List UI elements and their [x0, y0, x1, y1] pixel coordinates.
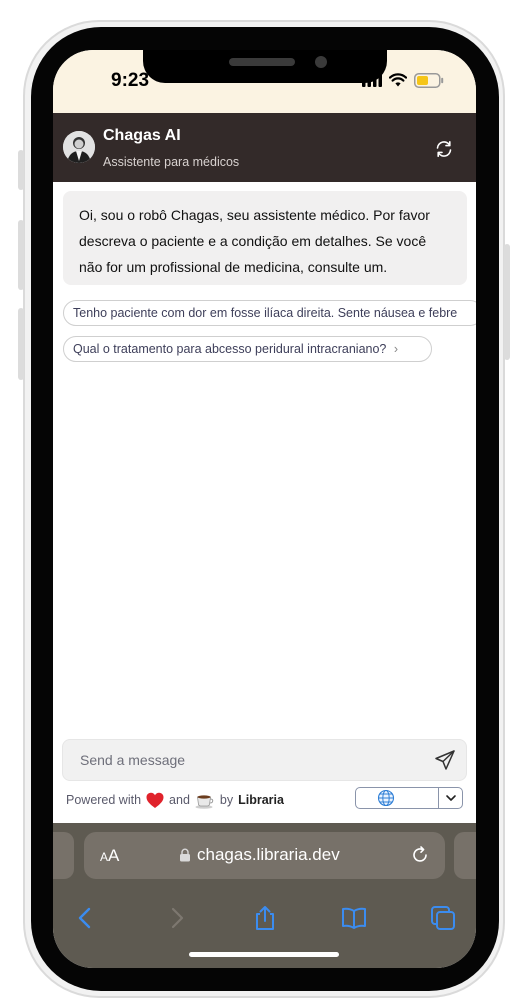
- powered-by-word: by: [219, 793, 234, 807]
- phone-screen: 9:23 Chagas AI Assistente para médicos O…: [53, 50, 476, 968]
- select-divider: [438, 788, 439, 808]
- status-time: 9:23: [111, 70, 150, 91]
- status-icons: [362, 72, 444, 88]
- speaker-grille: [229, 58, 295, 66]
- text-size-button[interactable]: AAAA: [100, 846, 119, 866]
- paper-plane-icon[interactable]: [434, 749, 456, 771]
- brand-name[interactable]: Libraria: [238, 793, 284, 807]
- chat-title: Chagas AI: [103, 127, 181, 144]
- suggestion-text: Tenho paciente com dor em fosse ilíaca d…: [73, 306, 458, 320]
- home-indicator: [189, 952, 339, 957]
- next-tab-preview[interactable]: [454, 832, 476, 879]
- heart-icon: [146, 792, 164, 808]
- reload-icon[interactable]: [410, 845, 430, 865]
- mute-switch: [18, 150, 24, 190]
- front-camera: [315, 56, 327, 68]
- powered-prefix: Powered with: [66, 793, 142, 807]
- wifi-icon: [389, 73, 407, 87]
- tabs-icon[interactable]: [429, 904, 457, 932]
- suggestion-chip[interactable]: Tenho paciente com dor em fosse ilíaca d…: [63, 300, 476, 326]
- bot-message: Oi, sou o robô Chagas, seu assistente mé…: [63, 191, 467, 285]
- bookmarks-icon[interactable]: [340, 904, 368, 932]
- volume-up-button: [18, 220, 24, 290]
- share-icon[interactable]: [251, 904, 279, 932]
- language-select[interactable]: [355, 787, 463, 809]
- battery-icon: [414, 72, 444, 88]
- message-input[interactable]: Send a message: [62, 739, 467, 781]
- chat-header: Chagas AI Assistente para médicos: [53, 113, 476, 182]
- cellular-signal-icon: [362, 73, 382, 87]
- forward-icon[interactable]: [162, 904, 190, 932]
- volume-down-button: [18, 308, 24, 380]
- notch: [143, 50, 387, 83]
- back-icon[interactable]: [72, 904, 100, 932]
- bot-message-line: não for um profissional de medicina, con…: [79, 259, 388, 275]
- suggestion-chip[interactable]: Qual o tratamento para abcesso peridural…: [63, 336, 432, 362]
- refresh-icon[interactable]: [434, 139, 454, 159]
- browser-toolbar: AAAA chagas.libraria.dev: [53, 823, 476, 968]
- bot-message-line: Oi, sou o robô Chagas, seu assistente mé…: [79, 207, 430, 223]
- powered-by: Powered with and by Libraria: [66, 790, 284, 810]
- status-bar: 9:23: [53, 50, 476, 113]
- message-placeholder: Send a message: [80, 752, 186, 768]
- chat-subtitle: Assistente para médicos: [103, 155, 240, 169]
- lock-icon: [180, 848, 190, 862]
- text-size-small-a: A: [100, 850, 109, 864]
- power-button: [504, 244, 510, 360]
- globe-icon: [377, 789, 395, 807]
- bot-avatar: [63, 131, 95, 163]
- powered-and: and: [169, 793, 190, 807]
- bot-message-line: descreva o paciente e a condição em deta…: [79, 233, 427, 249]
- chevron-right-icon: ›: [393, 342, 399, 356]
- chevron-down-icon: [446, 795, 456, 801]
- address-bar[interactable]: AAAA chagas.libraria.dev: [84, 832, 445, 879]
- suggestion-text: Qual o tratamento para abcesso peridural…: [73, 342, 387, 356]
- coffee-icon: [195, 794, 214, 809]
- url-text[interactable]: chagas.libraria.dev: [197, 845, 340, 865]
- previous-tab-preview[interactable]: [53, 832, 74, 879]
